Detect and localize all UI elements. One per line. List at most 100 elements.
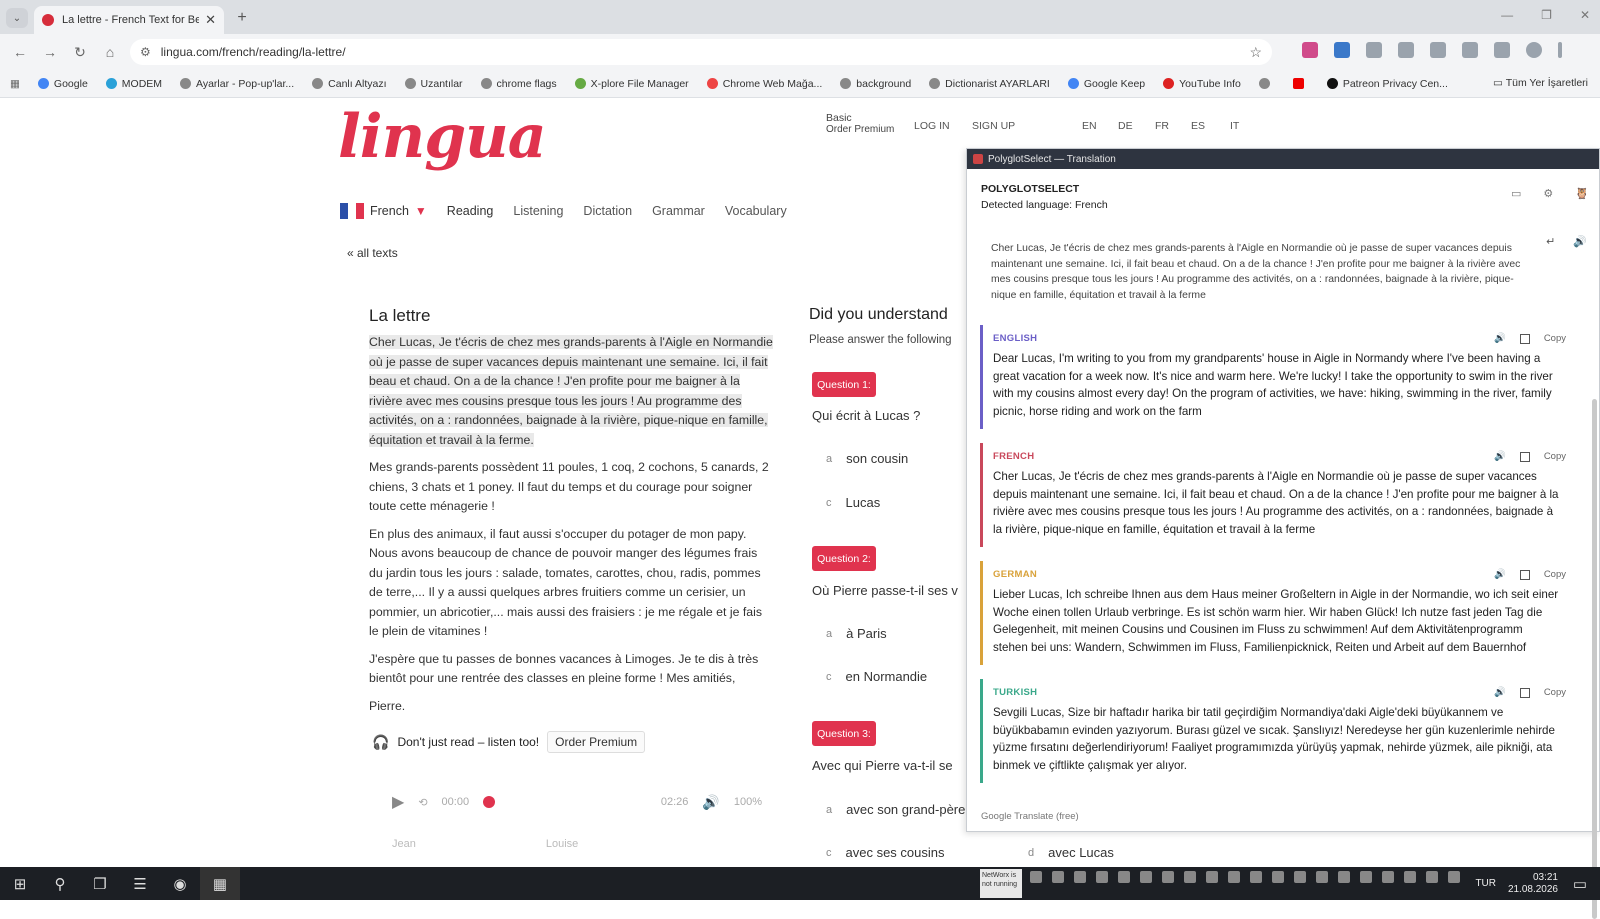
- speaker-icon[interactable]: 🔊: [1573, 235, 1587, 248]
- signup-link[interactable]: SIGN UP: [972, 120, 1015, 132]
- search-icon[interactable]: ⚲: [40, 867, 80, 900]
- speed-control[interactable]: 100%: [734, 796, 762, 808]
- copy-box-icon[interactable]: [1519, 333, 1530, 344]
- speaker-icon[interactable]: 🔊: [1494, 451, 1506, 462]
- chrome-app-icon[interactable]: ▦: [200, 867, 240, 900]
- tray-icon[interactable]: [1404, 871, 1416, 883]
- nav-grammar[interactable]: Grammar: [652, 204, 705, 218]
- bookmark-item[interactable]: background: [840, 78, 911, 90]
- bookmark-item[interactable]: [1258, 78, 1275, 89]
- browser-tab[interactable]: La lettre - French Text for Beginners ✕: [34, 6, 224, 34]
- bookmark-item[interactable]: Google: [37, 78, 88, 90]
- answer-option[interactable]: a à Paris: [826, 626, 887, 641]
- extension-icon[interactable]: [1430, 42, 1446, 58]
- bookmark-item[interactable]: Uzantılar: [404, 78, 463, 90]
- login-link[interactable]: LOG IN: [914, 120, 950, 132]
- close-tab-icon[interactable]: ✕: [205, 12, 216, 28]
- settings-icon[interactable]: ⚙: [1543, 187, 1553, 200]
- answer-option[interactable]: a avec son grand-père: [826, 802, 965, 817]
- site-lang-es[interactable]: ES: [1191, 120, 1205, 132]
- language-selector[interactable]: French ▼: [340, 203, 427, 219]
- menu-icon[interactable]: [1558, 42, 1562, 58]
- reload-icon[interactable]: ↻: [70, 42, 90, 62]
- volume-icon[interactable]: 🔊: [702, 794, 719, 811]
- home-icon[interactable]: ⌂: [100, 42, 120, 62]
- tray-icon[interactable]: [1162, 871, 1174, 883]
- answer-option[interactable]: d avec Lucas: [1028, 845, 1114, 860]
- answer-option[interactable]: c avec ses cousins: [826, 845, 945, 860]
- copy-button[interactable]: Copy: [1544, 333, 1566, 344]
- copy-box-icon[interactable]: [1519, 687, 1530, 698]
- rewind-icon[interactable]: ⟲: [418, 796, 427, 809]
- copy-box-icon[interactable]: [1519, 451, 1530, 462]
- tray-icon[interactable]: [1338, 871, 1350, 883]
- tray-icon[interactable]: [1426, 871, 1438, 883]
- owl-icon[interactable]: 🦉: [1575, 187, 1589, 200]
- bookmark-item[interactable]: [1292, 78, 1309, 89]
- tray-icon[interactable]: [1360, 871, 1372, 883]
- return-icon[interactable]: ↵: [1546, 235, 1555, 248]
- site-lang-fr[interactable]: FR: [1155, 120, 1169, 132]
- speaker-icon[interactable]: 🔊: [1494, 569, 1506, 580]
- popup-scrollbar[interactable]: [1592, 399, 1597, 919]
- puzzle-icon[interactable]: [1366, 42, 1382, 58]
- tray-icon[interactable]: [1294, 871, 1306, 883]
- tray-icon[interactable]: [1382, 871, 1394, 883]
- bookmark-item[interactable]: Patreon Privacy Cen...: [1326, 78, 1448, 90]
- bookmark-item[interactable]: Chrome Web Mağa...: [706, 78, 822, 90]
- tray-icon[interactable]: [1206, 871, 1218, 883]
- back-icon[interactable]: ←: [10, 42, 30, 62]
- lingua-logo[interactable]: lingua: [338, 102, 547, 172]
- popup-titlebar[interactable]: PolyglotSelect — Translation: [967, 149, 1599, 169]
- answer-option[interactable]: c en Normandie: [826, 669, 927, 684]
- download-icon[interactable]: [1462, 42, 1478, 58]
- start-icon[interactable]: ⊞: [0, 867, 40, 900]
- bookmark-item[interactable]: MODEM: [105, 78, 162, 90]
- networx-status[interactable]: NetWorx is not running: [980, 869, 1022, 898]
- nav-vocabulary[interactable]: Vocabulary: [725, 204, 787, 218]
- tray-icon[interactable]: [1250, 871, 1262, 883]
- speaker-icon[interactable]: 🔊: [1494, 687, 1506, 698]
- site-lang-it[interactable]: IT: [1230, 120, 1239, 132]
- copy-box-icon[interactable]: [1519, 569, 1530, 580]
- notifications-icon[interactable]: ▭: [1560, 867, 1600, 900]
- task-view-icon[interactable]: ❐: [80, 867, 120, 900]
- tray-icon[interactable]: [1118, 871, 1130, 883]
- bookmark-item[interactable]: Dictionarist AYARLARI: [929, 78, 1050, 90]
- progress-handle[interactable]: [483, 796, 496, 808]
- answer-option[interactable]: a son cousin: [826, 451, 908, 466]
- voice-jean[interactable]: Jean: [392, 838, 416, 850]
- tray-icon[interactable]: [1448, 871, 1460, 883]
- speaker-icon[interactable]: 🔊: [1494, 333, 1506, 344]
- extension-icon[interactable]: [1302, 42, 1318, 58]
- bookmark-item[interactable]: Google Keep: [1067, 78, 1145, 90]
- tray-icon[interactable]: [1030, 871, 1042, 883]
- site-lang-de[interactable]: DE: [1118, 120, 1133, 132]
- new-tab-button[interactable]: +: [232, 9, 252, 27]
- tray-icon[interactable]: [1228, 871, 1240, 883]
- address-bar[interactable]: ⚙ lingua.com/french/reading/la-lettre/ ☆: [130, 39, 1272, 65]
- camera-icon[interactable]: ▭: [1511, 187, 1521, 200]
- site-lang-en[interactable]: EN: [1082, 120, 1097, 132]
- bookmark-star-icon[interactable]: ☆: [1249, 44, 1262, 61]
- steam-icon[interactable]: ◉: [160, 867, 200, 900]
- nav-reading[interactable]: Reading: [447, 204, 494, 218]
- bookmark-item[interactable]: Ayarlar - Pop-up'lar...: [180, 78, 294, 90]
- input-language[interactable]: TUR: [1475, 878, 1496, 889]
- close-window-icon[interactable]: ✕: [1580, 8, 1590, 22]
- nav-listening[interactable]: Listening: [513, 204, 563, 218]
- tray-icon[interactable]: [1052, 871, 1064, 883]
- profile-icon[interactable]: [1526, 42, 1542, 58]
- tray-icon[interactable]: [1140, 871, 1152, 883]
- bookmark-item[interactable]: YouTube Info: [1163, 78, 1241, 90]
- copy-button[interactable]: Copy: [1544, 687, 1566, 698]
- minimize-icon[interactable]: —: [1501, 8, 1513, 22]
- all-texts-link[interactable]: « all texts: [347, 246, 398, 260]
- bookmark-item[interactable]: X-plore File Manager: [574, 78, 689, 90]
- copy-button[interactable]: Copy: [1544, 451, 1566, 462]
- taskbar-app-icon[interactable]: ☰: [120, 867, 160, 900]
- tray-icon[interactable]: [1184, 871, 1196, 883]
- site-info-icon[interactable]: ⚙: [140, 45, 151, 59]
- all-bookmarks-button[interactable]: ▭ Tüm Yer İşaretleri: [1493, 77, 1588, 89]
- tray-icon[interactable]: [1096, 871, 1108, 883]
